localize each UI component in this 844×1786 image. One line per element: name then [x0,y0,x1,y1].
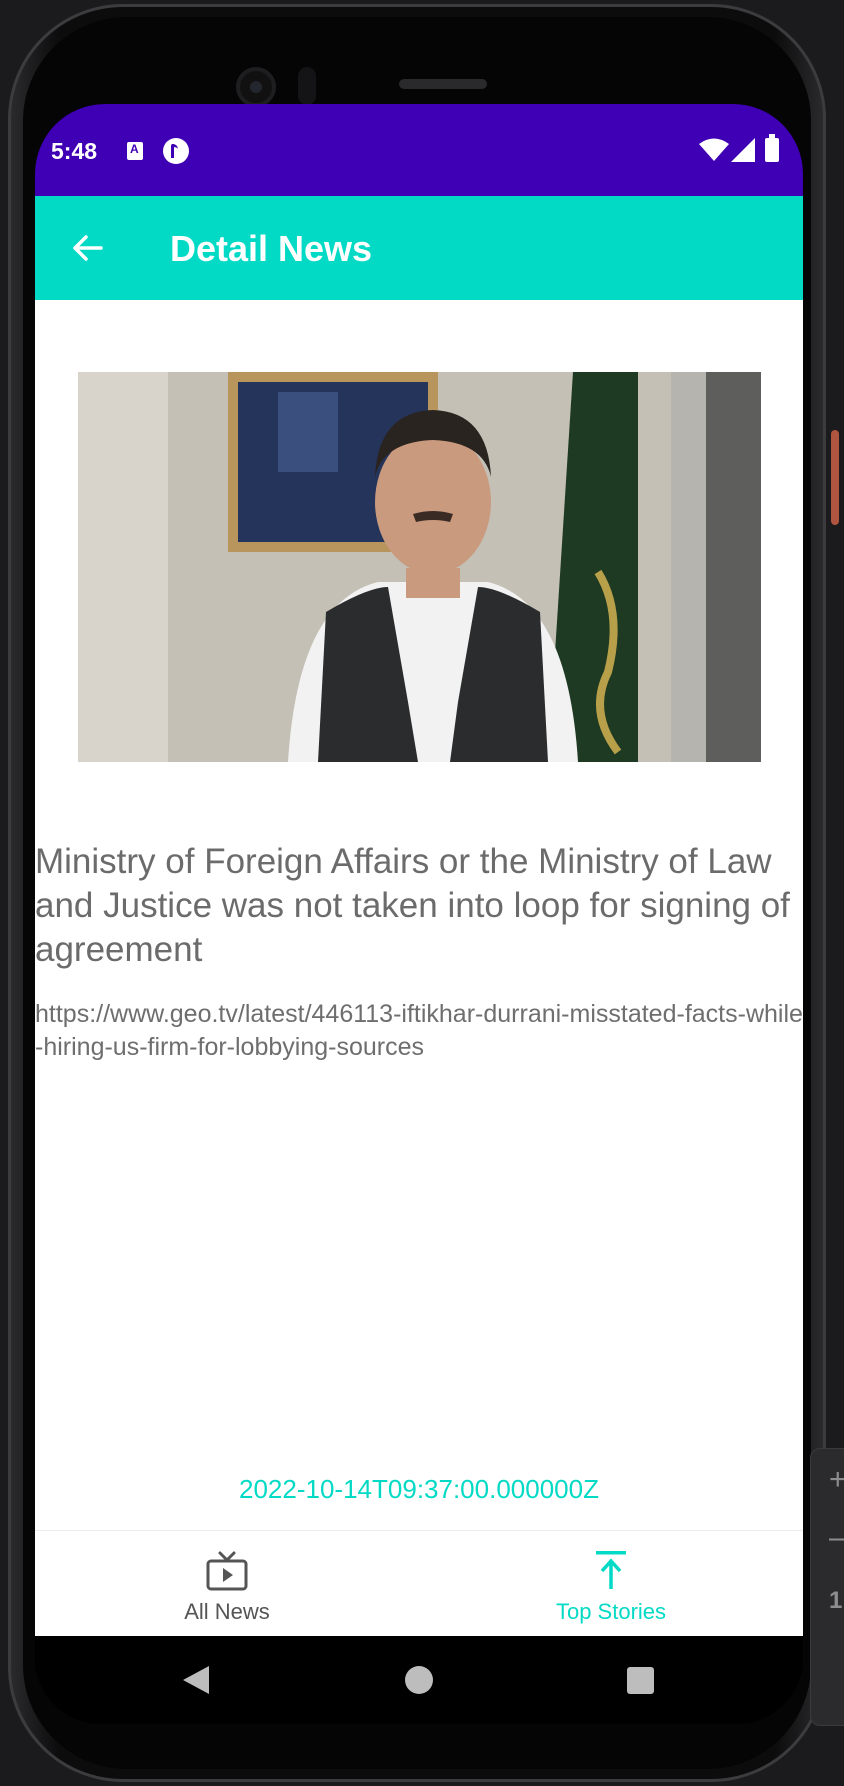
accessibility-a-icon [127,142,143,160]
front-camera [236,67,276,107]
earpiece-speaker [399,79,487,89]
published-timestamp: 2022-10-14T09:37:00.000000Z [239,1474,599,1504]
emulator-side-panel: + – 1: [810,1448,844,1726]
app-bar: Detail News [35,196,803,300]
system-recents-icon[interactable] [627,1667,654,1694]
battery-icon [765,134,779,162]
status-icons [699,134,789,166]
article-url[interactable]: https://www.geo.tv/latest/446113-iftikha… [35,998,803,1064]
proximity-sensor [298,67,316,105]
system-navigation-bar [35,1636,803,1724]
tv-icon [206,1551,248,1591]
power-button[interactable] [831,430,839,525]
nav-label-top-stories: Top Stories [555,1599,667,1624]
ratio-glyph: 1: [829,1587,844,1614]
nav-item-all-news[interactable]: All News [35,1531,419,1637]
zoom-in-glyph[interactable]: + [829,1463,844,1497]
nav-label-all-news: All News [184,1599,270,1624]
wifi-icon [699,138,729,161]
article-headline: Ministry of Foreign Affairs or the Minis… [35,842,790,969]
zoom-out-glyph[interactable]: – [829,1521,844,1555]
page-title: Detail News [170,228,373,269]
article-detail: Ministry of Foreign Affairs or the Minis… [35,300,803,1544]
phone-screen: 5:48 Detail News [35,104,803,1724]
news-image [78,372,761,762]
bottom-navigation: All News Top Stories [35,1530,803,1636]
nav-item-top-stories[interactable]: Top Stories [419,1531,803,1637]
status-time: 5:48 [51,138,98,164]
arrow-back-icon[interactable] [71,232,103,264]
signal-icon [731,138,755,162]
pocket-casts-icon [163,138,189,164]
vertical-align-top-icon [596,1551,626,1589]
system-back-icon[interactable] [181,1664,211,1696]
system-home-icon[interactable] [405,1666,433,1694]
status-bar: 5:48 [35,104,803,196]
